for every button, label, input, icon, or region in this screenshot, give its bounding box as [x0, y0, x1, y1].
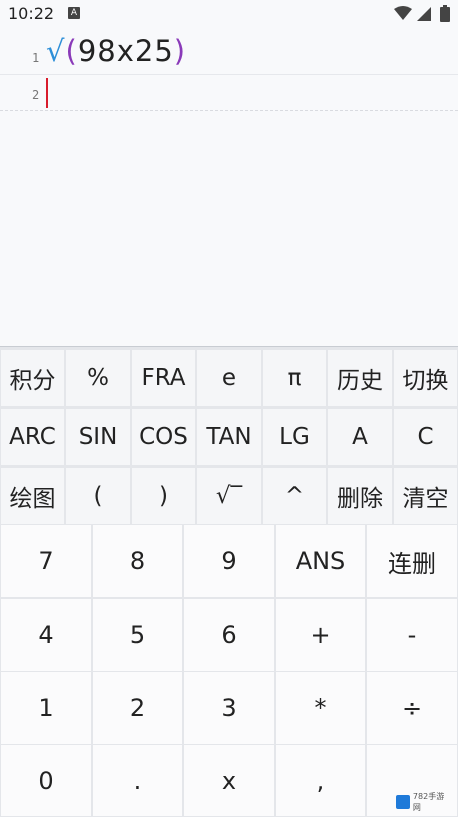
status-time: 10:22: [8, 4, 55, 23]
fn-key[interactable]: π: [263, 350, 326, 406]
editor-line[interactable]: 2: [0, 76, 458, 111]
function-keypad: 积分% FRA e π 历史 切换 ARC SIN COS TAN LG A C 绘图() √‾ ^ 删除 清空: [0, 346, 458, 525]
num-key[interactable]: *: [276, 672, 365, 744]
num-key[interactable]: 6: [184, 599, 274, 671]
status-bar: 10:22 A: [0, 0, 458, 28]
watermark: 782手游网: [396, 792, 452, 812]
num-key[interactable]: x: [184, 745, 274, 816]
num-key[interactable]: 0: [1, 745, 91, 816]
fn-key[interactable]: √‾: [197, 468, 261, 524]
wifi-icon: [394, 6, 412, 20]
fn-key[interactable]: (: [66, 468, 130, 524]
num-key[interactable]: .: [93, 745, 182, 816]
fn-key[interactable]: FRA: [132, 350, 195, 406]
fn-key[interactable]: ARC: [1, 409, 64, 465]
fn-key[interactable]: e: [197, 350, 261, 406]
line-number: 1: [32, 51, 40, 65]
expression-text[interactable]: √(98x25): [46, 34, 186, 68]
num-key[interactable]: ÷: [367, 672, 457, 744]
num-key[interactable]: 4: [1, 599, 91, 671]
num-key[interactable]: ,: [276, 745, 365, 816]
num-key[interactable]: 连删: [367, 525, 457, 597]
fn-key[interactable]: 删除: [328, 468, 392, 524]
open-paren: (: [65, 34, 78, 68]
num-key[interactable]: 3: [184, 672, 274, 744]
num-key[interactable]: 9: [184, 525, 274, 597]
text-cursor: [46, 78, 48, 108]
fn-key[interactable]: 积分: [1, 350, 64, 406]
num-key[interactable]: +: [276, 599, 365, 671]
signal-icon: [417, 7, 431, 21]
expression-body: 98x25: [77, 34, 174, 68]
line-number: 2: [32, 88, 40, 102]
close-paren: ): [173, 34, 187, 68]
fn-key[interactable]: C: [394, 409, 457, 465]
num-key[interactable]: ANS: [276, 525, 365, 597]
fn-key[interactable]: SIN: [66, 409, 130, 465]
fn-key[interactable]: %: [66, 350, 130, 406]
fn-key[interactable]: 历史: [328, 350, 392, 406]
battery-icon: [440, 5, 450, 22]
fn-key[interactable]: 切换: [394, 350, 457, 406]
number-keypad: , x. 0 ÷ * 3 2 1 - +6 5 4 连删 ANS 9 8 7 782手游网: [0, 524, 458, 817]
fn-key[interactable]: LG: [263, 409, 326, 465]
num-key[interactable]: -: [367, 599, 457, 671]
fn-key[interactable]: ^: [263, 468, 326, 524]
watermark-text: 782手游网: [412, 792, 445, 812]
fn-key[interactable]: COS: [132, 409, 195, 465]
watermark-logo-icon: [396, 795, 410, 809]
num-key[interactable]: 2: [93, 672, 182, 744]
expression-editor[interactable]: 1 √(98x25) 2: [0, 28, 458, 346]
num-key[interactable]: 7: [1, 525, 91, 597]
editor-line[interactable]: 1 √(98x25): [0, 34, 458, 75]
fn-key[interactable]: TAN: [197, 409, 261, 465]
sqrt-symbol: √: [46, 34, 66, 68]
fn-key[interactable]: 绘图: [1, 468, 64, 524]
fn-key[interactable]: ): [132, 468, 195, 524]
fn-key[interactable]: A: [328, 409, 392, 465]
num-key[interactable]: 1: [1, 672, 91, 744]
num-key[interactable]: 5: [93, 599, 182, 671]
fn-key[interactable]: 清空: [394, 468, 457, 524]
num-key[interactable]: 8: [93, 525, 182, 597]
notification-icon: A: [68, 7, 80, 19]
